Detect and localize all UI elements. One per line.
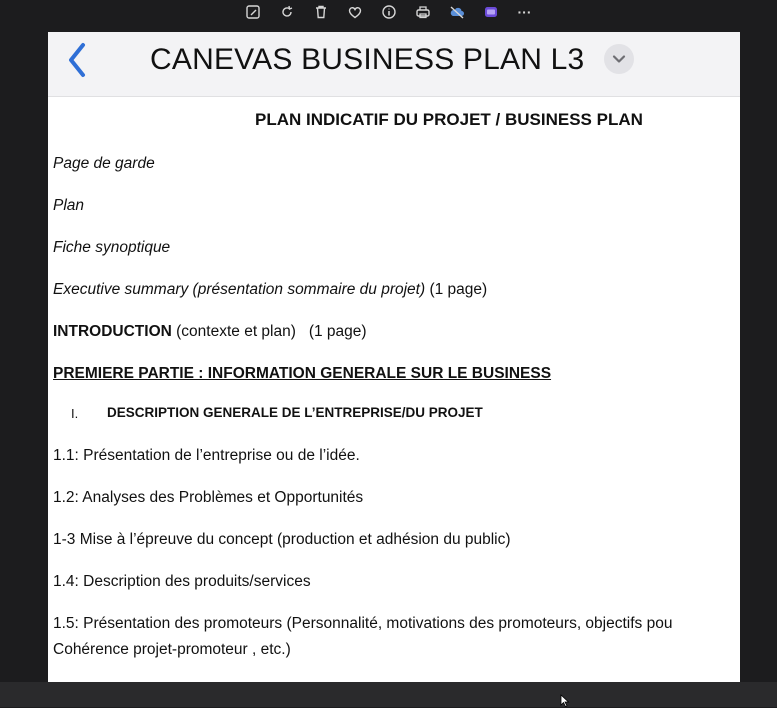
more-icon[interactable]: ··· [515,2,535,22]
back-button[interactable] [62,40,92,80]
page-de-garde-line: Page de garde [53,155,155,172]
section-title: DESCRIPTION GENERALE DE L’ENTREPRISE/DU … [107,405,483,420]
fiche-synoptique-line: Fiche synoptique [53,239,171,256]
item-1-3: 1-3 Mise à l’épreuve du concept (product… [53,531,511,548]
info-icon[interactable] [379,2,399,22]
document-page: PLAN INDICATIF DU PROJET / BUSINESS PLAN… [48,96,740,682]
introduction-detail: (contexte et plan) (1 page) [171,323,367,340]
introduction-line: INTRODUCTION (contexte et plan) (1 page) [53,322,367,342]
photo-toolbar: ··· [0,0,777,24]
rotate-icon[interactable] [277,2,297,22]
introduction-label: INTRODUCTION [53,323,172,340]
title-dropdown-button[interactable] [604,44,634,74]
plan-line: Plan [53,197,85,214]
premiere-partie-heading: PREMIERE PARTIE : INFORMATION GENERALE S… [53,365,552,382]
item-1-5-continuation: Cohérence projet-promoteur , etc.) [53,641,291,658]
heart-icon[interactable] [345,2,365,22]
bottom-bar [0,682,777,707]
print-icon[interactable] [413,2,433,22]
edit-image-icon[interactable] [243,2,263,22]
section-number: I. [71,406,79,421]
executive-summary-label: Executive summary (présentation sommaire… [53,281,426,298]
chevron-left-icon [69,43,85,77]
cloud-icon[interactable] [447,2,467,22]
item-1-4: 1.4: Description des produits/services [53,573,311,590]
clipchamp-icon[interactable] [481,2,501,22]
document-heading: PLAN INDICATIF DU PROJET / BUSINESS PLAN [255,110,643,129]
item-1-5: 1.5: Présentation des promoteurs (Person… [53,615,673,632]
document-viewer: CANEVAS BUSINESS PLAN L3 PLAN INDICATIF … [48,32,740,682]
item-1-2: 1.2: Analyses des Problèmes et Opportuni… [53,489,364,506]
chevron-down-icon [612,55,626,63]
mouse-cursor-icon [560,694,570,708]
executive-summary-line: Executive summary (présentation sommaire… [53,280,487,300]
document-title: CANEVAS BUSINESS PLAN L3 [150,43,585,76]
executive-summary-length: (1 page) [425,281,488,298]
item-1-1: 1.1: Présentation de l’entreprise ou de … [53,447,360,464]
trash-icon[interactable] [311,2,331,22]
document-header: CANEVAS BUSINESS PLAN L3 [48,32,740,97]
